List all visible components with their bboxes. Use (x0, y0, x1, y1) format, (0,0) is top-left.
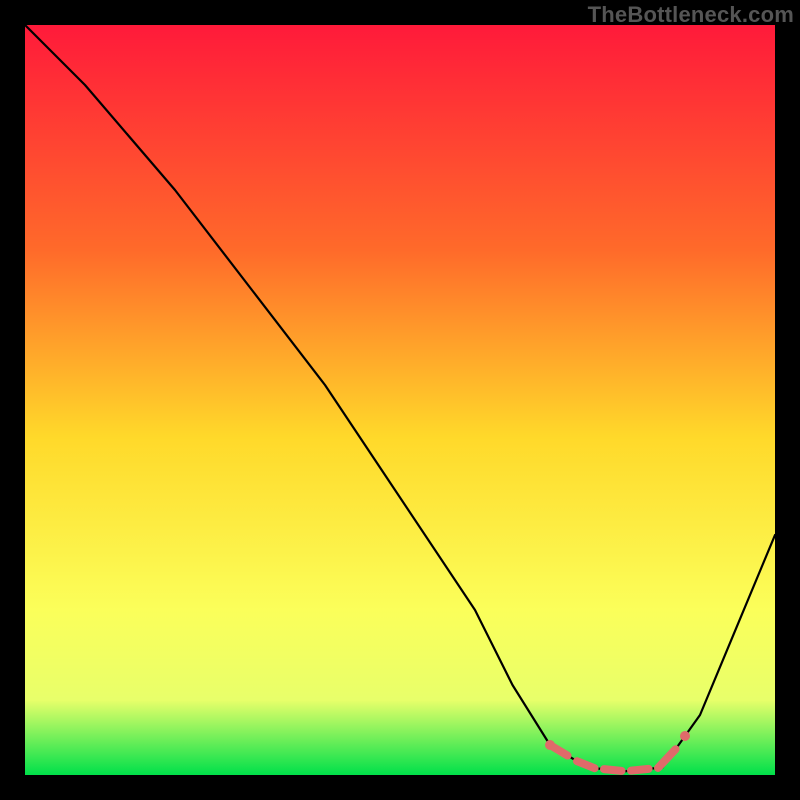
chart-svg (25, 25, 775, 775)
plot-area (25, 25, 775, 775)
chart-frame: TheBottleneck.com (0, 0, 800, 800)
